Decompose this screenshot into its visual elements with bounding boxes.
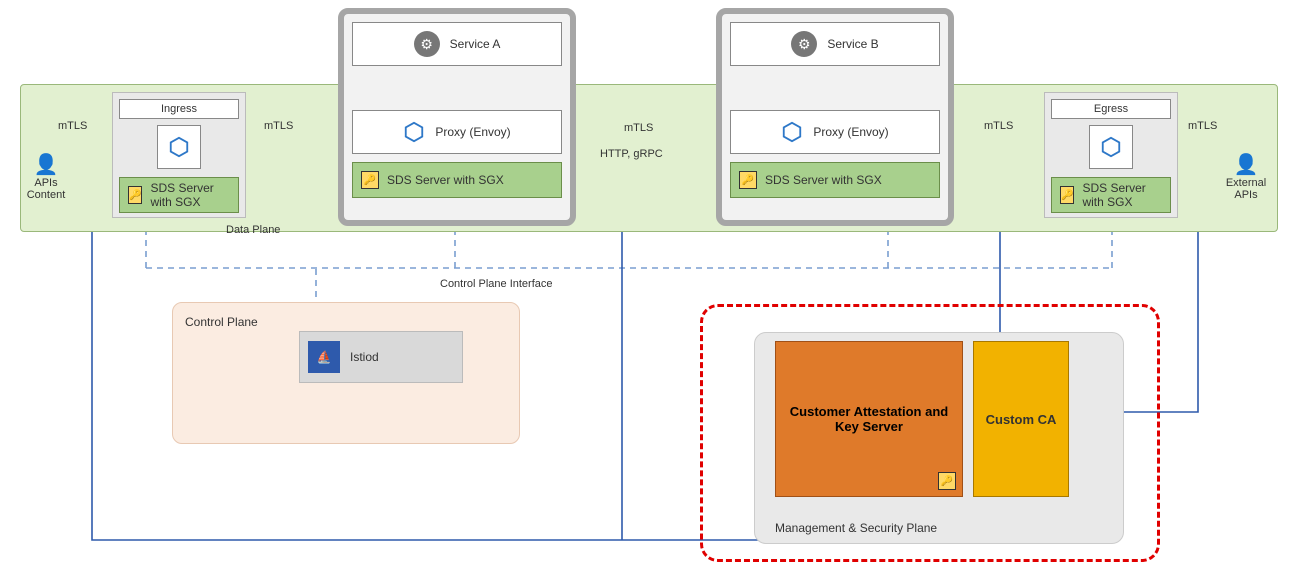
sds-a-label: SDS Server with SGX bbox=[387, 173, 504, 187]
data-plane-label: Data Plane bbox=[226, 224, 280, 236]
http-grpc-label: HTTP, gRPC bbox=[600, 148, 663, 160]
key-icon: 🔑 bbox=[1060, 186, 1074, 204]
egress-proxy-icon bbox=[1089, 125, 1133, 169]
apis-content-actor: 👤 APIs Content bbox=[16, 152, 76, 201]
key-icon: 🔑 bbox=[739, 171, 757, 189]
envoy-icon bbox=[403, 121, 425, 143]
egress-gateway: Egress 🔑 SDS Server with SGX bbox=[1044, 92, 1178, 218]
key-icon: 🔑 bbox=[128, 186, 142, 204]
gear-icon: ⚙ bbox=[414, 31, 440, 57]
custom-ca: Custom CA bbox=[973, 341, 1069, 497]
user-icon: 👤 bbox=[16, 152, 76, 177]
mtls-label: mTLS bbox=[624, 122, 653, 134]
envoy-icon bbox=[781, 121, 803, 143]
control-plane-label: Control Plane bbox=[185, 315, 258, 329]
attestation-key-server: Customer Attestation and Key Server 🔑 bbox=[775, 341, 963, 497]
mtls-label: mTLS bbox=[264, 120, 293, 132]
sds-b: 🔑 SDS Server with SGX bbox=[730, 162, 940, 198]
istio-icon: ⛵ bbox=[308, 341, 340, 373]
attest-label: Customer Attestation and Key Server bbox=[784, 404, 954, 434]
key-icon: 🔑 bbox=[938, 472, 956, 490]
mtls-label: mTLS bbox=[58, 120, 87, 132]
mtls-label: mTLS bbox=[1188, 120, 1217, 132]
egress-label: Egress bbox=[1051, 99, 1171, 119]
service-b-pod: ⚙ Service B Proxy (Envoy) 🔑 SDS Server w… bbox=[716, 8, 954, 226]
egress-sds: 🔑 SDS Server with SGX bbox=[1051, 177, 1171, 213]
mgmt-plane-label: Management & Security Plane bbox=[775, 521, 937, 535]
control-plane: Control Plane ⛵ Istiod bbox=[172, 302, 520, 444]
service-a-title: Service A bbox=[450, 37, 501, 51]
user-icon: 👤 bbox=[1216, 152, 1276, 177]
ingress-gateway: Ingress 🔑 SDS Server with SGX bbox=[112, 92, 246, 218]
ingress-sds: 🔑 SDS Server with SGX bbox=[119, 177, 239, 213]
ingress-label: Ingress bbox=[119, 99, 239, 119]
proxy-b: Proxy (Envoy) bbox=[730, 110, 940, 154]
sds-b-label: SDS Server with SGX bbox=[765, 173, 882, 187]
mtls-label: mTLS bbox=[984, 120, 1013, 132]
sds-a: 🔑 SDS Server with SGX bbox=[352, 162, 562, 198]
proxy-b-label: Proxy (Envoy) bbox=[813, 125, 888, 139]
actor-left-label: APIs Content bbox=[16, 177, 76, 201]
gear-icon: ⚙ bbox=[791, 31, 817, 57]
key-icon: 🔑 bbox=[361, 171, 379, 189]
istiod: ⛵ Istiod bbox=[299, 331, 463, 383]
proxy-a-label: Proxy (Envoy) bbox=[435, 125, 510, 139]
control-plane-interface-label: Control Plane Interface bbox=[440, 278, 553, 290]
proxy-a: Proxy (Envoy) bbox=[352, 110, 562, 154]
sds-label: SDS Server with SGX bbox=[1082, 181, 1162, 209]
management-security-plane: Customer Attestation and Key Server 🔑 Cu… bbox=[754, 332, 1124, 544]
service-a: ⚙ Service A bbox=[352, 22, 562, 66]
istiod-label: Istiod bbox=[350, 350, 379, 364]
service-b-title: Service B bbox=[827, 37, 878, 51]
actor-right-label: External APIs bbox=[1216, 177, 1276, 201]
sds-label: SDS Server with SGX bbox=[150, 181, 230, 209]
external-apis-actor: 👤 External APIs bbox=[1216, 152, 1276, 201]
service-a-pod: ⚙ Service A Proxy (Envoy) 🔑 SDS Server w… bbox=[338, 8, 576, 226]
service-b: ⚙ Service B bbox=[730, 22, 940, 66]
ingress-proxy-icon bbox=[157, 125, 201, 169]
